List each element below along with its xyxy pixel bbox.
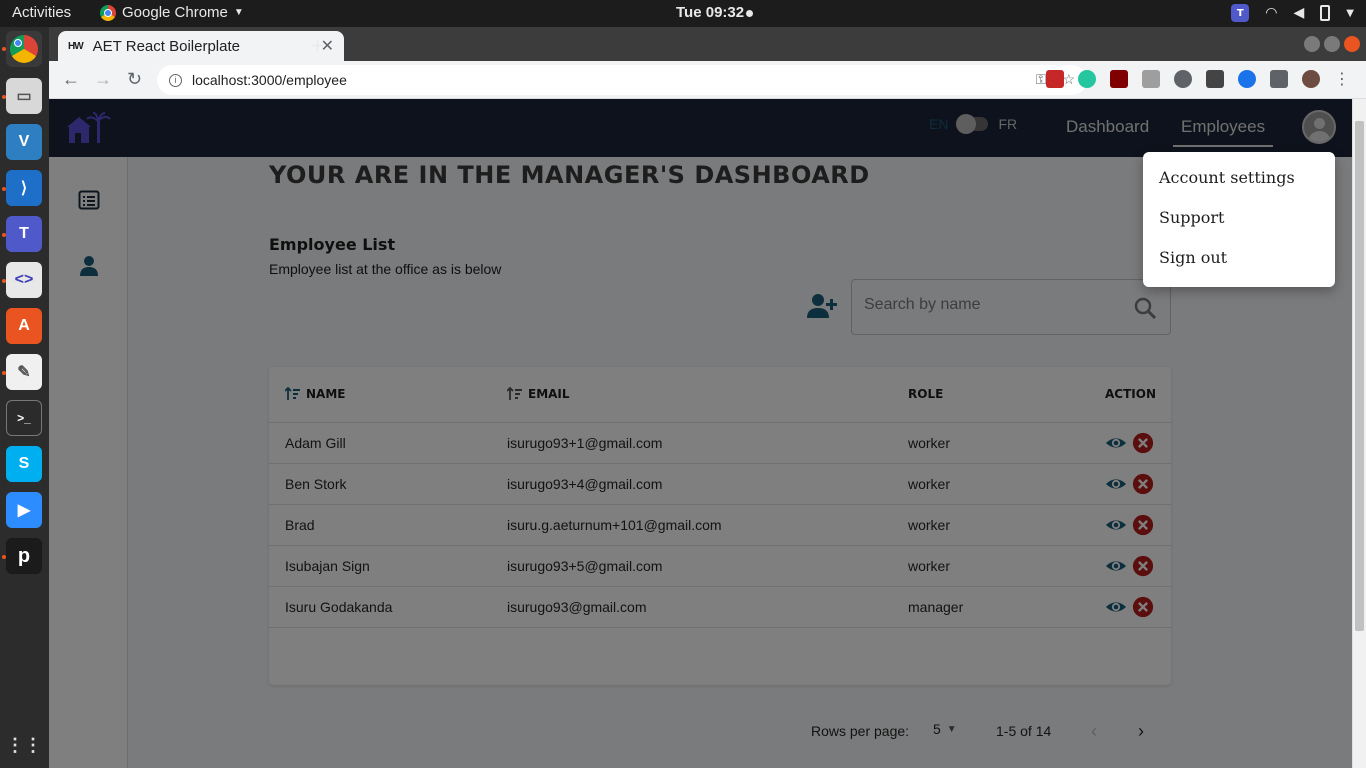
running-indicator: [2, 555, 6, 559]
key-icon[interactable]: ⚿: [1036, 71, 1047, 88]
close-window-button[interactable]: [1344, 36, 1360, 52]
zoom-dock-icon[interactable]: ▶: [6, 492, 42, 528]
system-tray[interactable]: T ◠ ◀ ▼: [1231, 4, 1354, 22]
clock[interactable]: Tue 09:32: [676, 4, 744, 21]
extension-gray-icon[interactable]: [1142, 70, 1160, 88]
extension-green-icon[interactable]: [1078, 70, 1096, 88]
profile-avatar[interactable]: [1302, 70, 1320, 88]
terminal-dock-icon[interactable]: >_: [6, 400, 42, 436]
running-indicator: [2, 371, 6, 375]
menu-item-support[interactable]: Support: [1143, 204, 1335, 244]
recycle-icon[interactable]: [1174, 70, 1192, 88]
system-top-bar: Activities Google Chrome ▼ Tue 09:32 T ◠…: [0, 0, 1366, 27]
vnc-dock-icon[interactable]: V: [6, 124, 42, 160]
kebab-menu-icon[interactable]: ⋮: [1334, 70, 1350, 88]
browser-toolbar: ← → ↻ i localhost:3000/employee ⚿ ☆ ⋮: [49, 61, 1366, 99]
teams-dock-icon[interactable]: T: [6, 216, 42, 252]
extension-red-icon[interactable]: [1046, 70, 1064, 88]
postman-dock-icon[interactable]: p: [6, 538, 42, 574]
web-page: EN FR Dashboard Employees YOUR ARE IN TH…: [49, 99, 1352, 768]
new-tab-button[interactable]: +: [311, 33, 324, 59]
info-icon[interactable]: i: [169, 73, 182, 87]
scrollbar-thumb[interactable]: [1355, 121, 1364, 631]
code-editor-dock-icon[interactable]: <>: [6, 262, 42, 298]
volume-icon[interactable]: ◀: [1294, 5, 1305, 21]
address-bar[interactable]: i localhost:3000/employee ⚿ ☆: [157, 65, 1087, 95]
chevron-down-icon[interactable]: ▼: [1346, 8, 1354, 19]
activities-button[interactable]: Activities: [12, 4, 71, 21]
url-text: localhost:3000/employee: [192, 72, 347, 88]
chrome-dock-icon[interactable]: [6, 31, 42, 67]
dock: ▭ V ⟩ T <> A ✎ >_ S ▶ p ⋮⋮: [0, 27, 49, 768]
wifi-icon[interactable]: ◠: [1265, 5, 1277, 21]
minimize-button[interactable]: [1304, 36, 1320, 52]
notification-dot: [746, 10, 753, 17]
running-indicator: [2, 279, 6, 283]
page-scrollbar[interactable]: [1352, 99, 1366, 768]
files-dock-icon[interactable]: ▭: [6, 78, 42, 114]
show-apps-icon[interactable]: ⋮⋮: [6, 727, 42, 763]
chrome-icon: [10, 35, 38, 63]
extension-blue-icon[interactable]: [1238, 70, 1256, 88]
chrome-icon: [100, 4, 116, 21]
extensions-bar: ⋮: [1046, 70, 1350, 88]
app-menu[interactable]: Google Chrome ▼: [100, 4, 244, 21]
account-menu: Account settings Support Sign out: [1143, 152, 1335, 287]
teams-tray-icon[interactable]: T: [1231, 4, 1250, 22]
maximize-button[interactable]: [1324, 36, 1340, 52]
qr-code-icon[interactable]: [1206, 70, 1224, 88]
text-editor-dock-icon[interactable]: ✎: [6, 354, 42, 390]
browser-tab-strip: HW AET React Boilerplate ✕ +: [49, 27, 1366, 61]
menu-item-sign-out[interactable]: Sign out: [1143, 244, 1335, 284]
running-indicator: [2, 95, 6, 99]
reload-button[interactable]: ↻: [127, 69, 142, 90]
tab-favicon: HW: [68, 40, 84, 52]
menu-item-account-settings[interactable]: Account settings: [1143, 164, 1335, 204]
chevron-down-icon: ▼: [233, 7, 244, 18]
software-center-dock-icon[interactable]: A: [6, 308, 42, 344]
vscode-dock-icon[interactable]: ⟩: [6, 170, 42, 206]
forward-button[interactable]: →: [94, 69, 112, 90]
skype-dock-icon[interactable]: S: [6, 446, 42, 482]
app-menu-label: Google Chrome: [122, 4, 228, 21]
running-indicator: [2, 233, 6, 237]
browser-tab[interactable]: HW AET React Boilerplate ✕: [58, 31, 344, 61]
back-button[interactable]: ←: [62, 69, 80, 90]
running-indicator: [2, 187, 6, 191]
running-indicator: [2, 47, 6, 51]
puzzle-icon[interactable]: [1270, 70, 1288, 88]
ublock-icon[interactable]: [1110, 70, 1128, 88]
battery-icon[interactable]: [1320, 5, 1331, 21]
tab-title: AET React Boilerplate: [92, 37, 240, 55]
